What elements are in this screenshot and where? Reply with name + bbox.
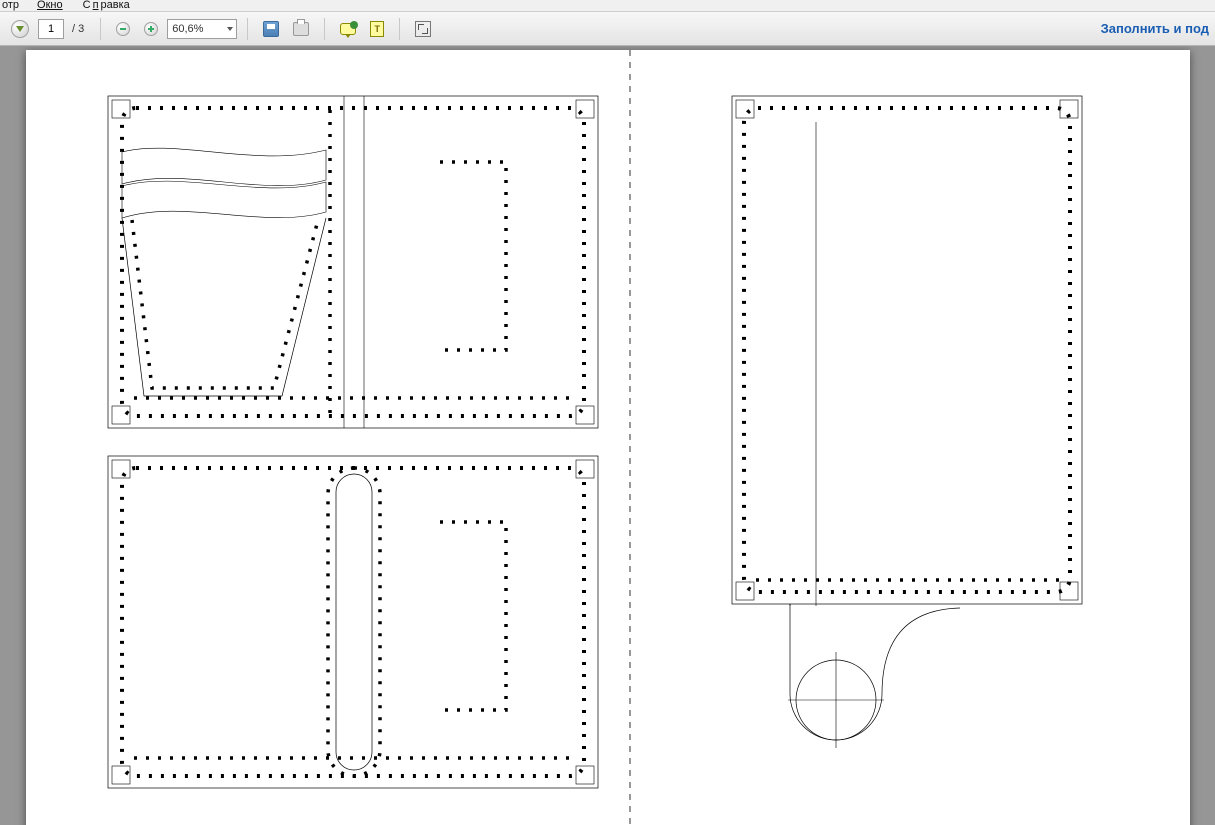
plus-icon [144, 22, 158, 36]
add-text-note-button[interactable] [365, 17, 389, 41]
arrow-down-icon [11, 20, 29, 38]
next-page-button[interactable] [6, 17, 34, 41]
separator [247, 18, 248, 40]
menu-item-window[interactable]: Окно [35, 0, 65, 11]
chevron-down-icon [227, 27, 233, 31]
fullscreen-button[interactable] [410, 17, 436, 41]
toolbar: / 3 60,6% Заполнить и под [0, 12, 1215, 46]
zoom-select[interactable]: 60,6% [167, 19, 237, 39]
page-content-svg [26, 50, 1190, 825]
print-icon [293, 22, 309, 36]
save-button[interactable] [258, 17, 284, 41]
add-comment-button[interactable] [335, 17, 361, 41]
zoom-in-button[interactable] [139, 17, 163, 41]
separator [100, 18, 101, 40]
separator [399, 18, 400, 40]
print-button[interactable] [288, 17, 314, 41]
save-icon [263, 21, 279, 37]
separator [324, 18, 325, 40]
page-number-input[interactable] [38, 19, 64, 39]
zoom-out-button[interactable] [111, 17, 135, 41]
minus-icon [116, 22, 130, 36]
fill-and-sign-button[interactable]: Заполнить и под [1101, 21, 1209, 36]
menu-item-help[interactable]: Справка [79, 0, 134, 11]
sticky-note-icon [370, 21, 384, 37]
menu-bar: отр Окно Справка [0, 0, 1215, 12]
expand-icon [415, 21, 431, 37]
pdf-page [26, 50, 1190, 825]
menu-item[interactable]: отр [0, 0, 21, 11]
document-viewport[interactable] [0, 46, 1215, 825]
speech-bubble-icon [340, 23, 356, 35]
page-total-label: / 3 [72, 23, 84, 35]
menu-item-window-label: Окно [37, 0, 63, 11]
